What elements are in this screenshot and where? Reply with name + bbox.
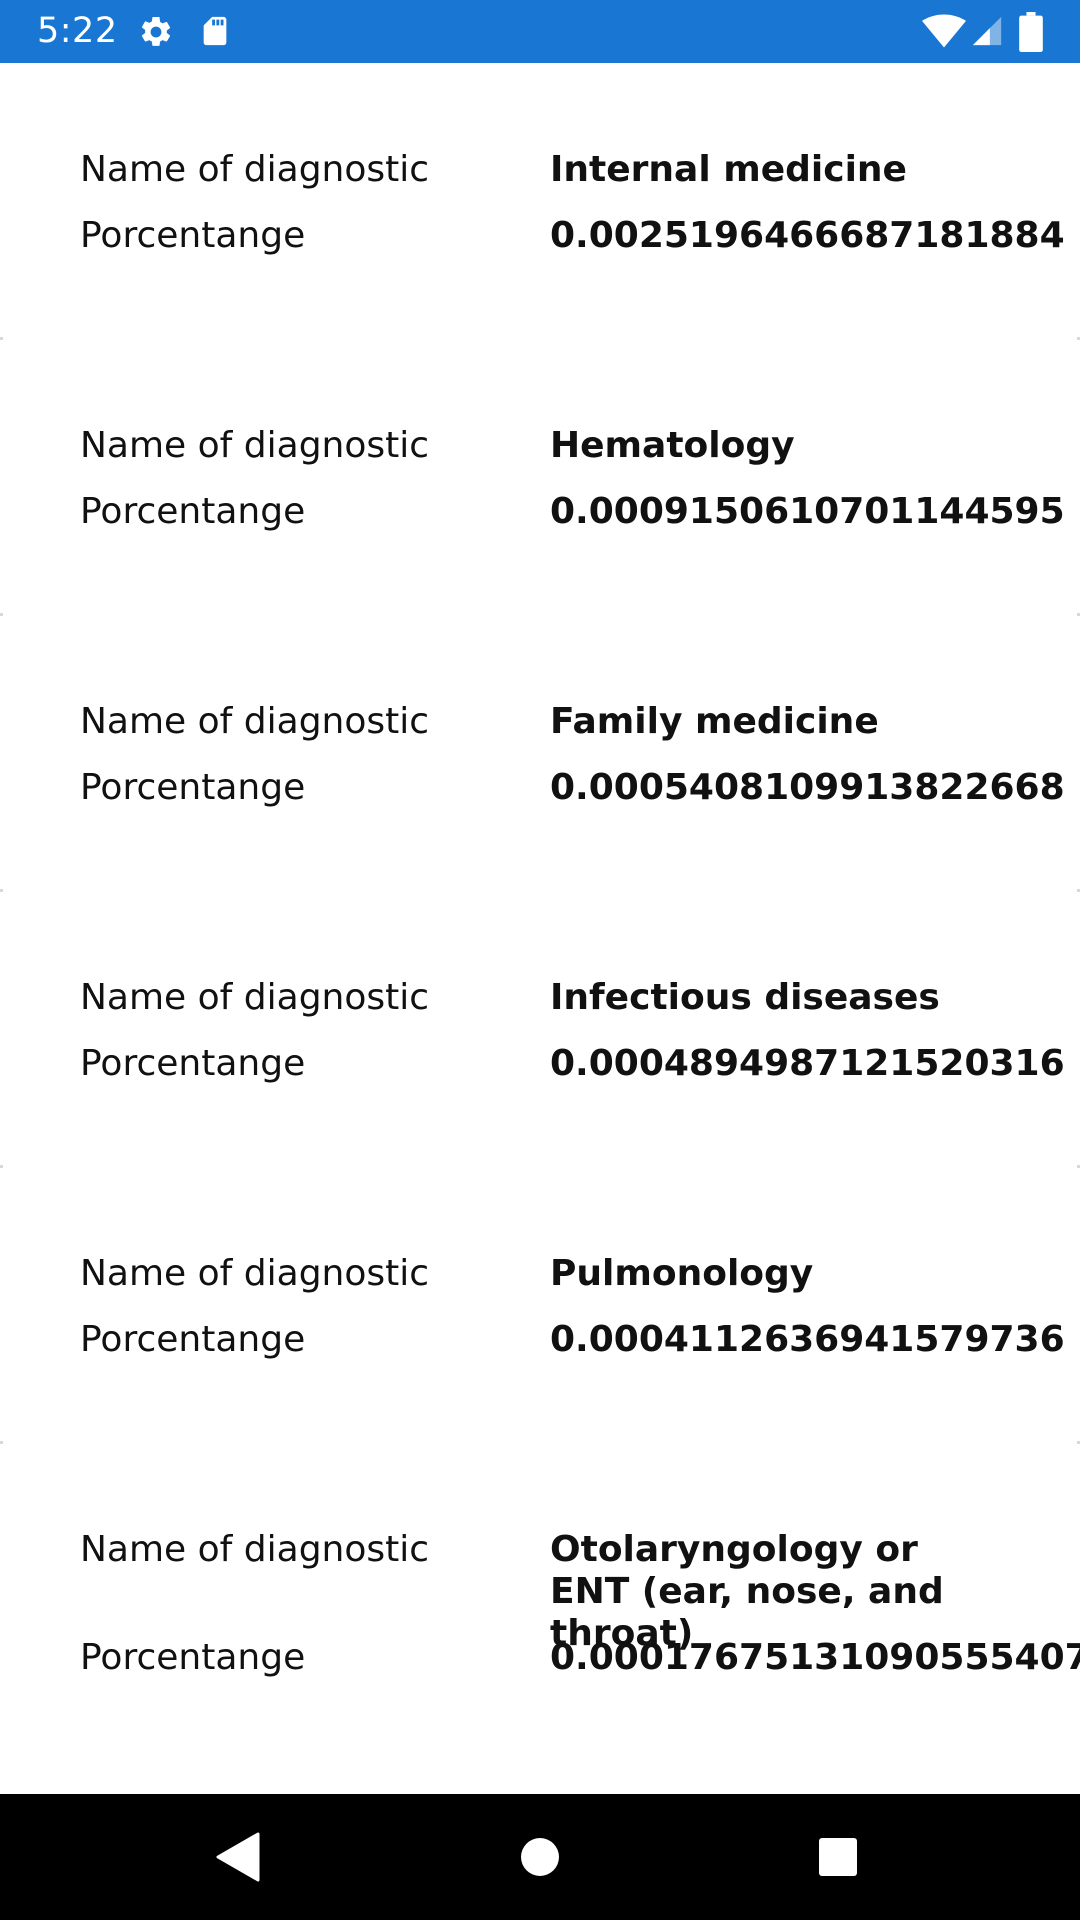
navigation-bar [0,1794,1080,1920]
list-item: Name of diagnostic Infectious diseases P… [0,891,1080,1168]
percent-value: 0.0004112636941579736 [550,1319,1065,1360]
name-label: Name of diagnostic [80,149,430,190]
name-label: Name of diagnostic [80,425,430,466]
percent-value: 0.0025196466687181884 [550,215,1065,256]
percent-label: Porcentange [80,1319,306,1360]
battery-icon [1019,12,1043,52]
back-button[interactable] [168,1794,308,1920]
percent-value: 0.0005408109913822668 [550,767,1065,808]
list-item: Name of diagnostic Hematology Porcentang… [0,339,1080,616]
home-icon [521,1838,559,1876]
name-value: Infectious diseases [550,977,940,1018]
cell-signal-icon [972,16,1002,46]
name-value: Pulmonology [550,1253,814,1294]
sd-card-icon [203,16,227,46]
name-label: Name of diagnostic [80,701,430,742]
name-value: Family medicine [550,701,879,742]
status-time: 5:22 [37,11,118,51]
percent-label: Porcentange [80,1043,306,1084]
recents-button[interactable] [768,1794,908,1920]
list-item: Name of diagnostic Family medicine Porce… [0,615,1080,892]
name-value: Hematology [550,425,795,466]
percent-label: Porcentange [80,767,306,808]
percent-label: Porcentange [80,491,306,532]
home-button[interactable] [470,1794,610,1920]
name-label: Name of diagnostic [80,1529,430,1570]
diagnostic-list[interactable]: Name of diagnostic Internal medicine Por… [0,63,1080,1794]
recents-icon [819,1838,857,1876]
gear-icon [141,16,171,46]
name-value: Internal medicine [550,149,907,190]
back-icon [216,1832,260,1882]
percent-value: 0.00017675131090555407 [550,1637,1080,1678]
list-item: Name of diagnostic Internal medicine Por… [0,63,1080,340]
list-item: Name of diagnostic Pulmonology Porcentan… [0,1167,1080,1444]
wifi-icon [922,14,966,48]
list-item: Name of diagnostic Otolaryngology or ENT… [0,1443,1080,1783]
status-bar: 5:22 [0,0,1080,63]
percent-label: Porcentange [80,1637,306,1678]
percent-label: Porcentange [80,215,306,256]
percent-value: 0.0009150610701144595 [550,491,1065,532]
name-label: Name of diagnostic [80,1253,430,1294]
percent-value: 0.0004894987121520316 [550,1043,1065,1084]
name-label: Name of diagnostic [80,977,430,1018]
